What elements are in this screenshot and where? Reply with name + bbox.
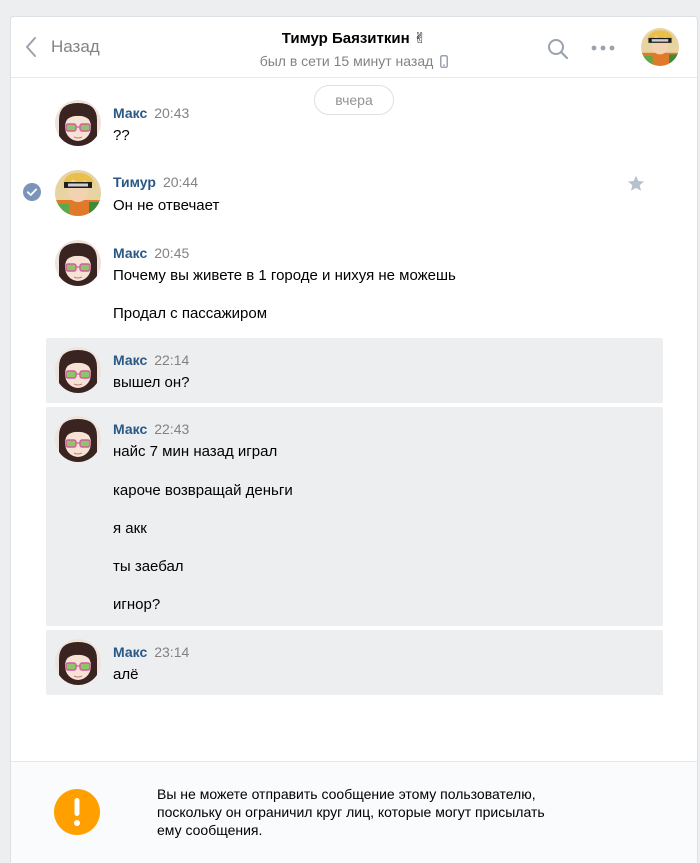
author-avatar[interactable] (55, 170, 101, 216)
message-author[interactable]: Макс (113, 105, 147, 121)
message-text: кароче возвращай деньги (113, 482, 293, 499)
peer-name[interactable]: Тимур Баязиткин (282, 30, 410, 47)
message-header: Макс 20:43 (113, 105, 189, 121)
message-author[interactable]: Макс (113, 245, 147, 261)
message-header: Тимур 20:44 (113, 174, 198, 190)
message-text: ты заебал (113, 558, 184, 575)
message-item[interactable]: Макс 20:45 Почему вы живете в 1 городе и … (46, 231, 663, 331)
message-item[interactable]: Макс 22:43 найс 7 мин назад играл кароче … (46, 407, 663, 626)
author-avatar[interactable] (55, 416, 101, 462)
message-author[interactable]: Макс (113, 644, 147, 660)
message-time[interactable]: 22:43 (154, 421, 189, 437)
message-text: игнор? (113, 596, 161, 613)
message-item[interactable]: Макс 20:43 ?? (46, 93, 663, 153)
peer-avatar[interactable] (641, 28, 679, 66)
write-restriction-notice: Вы не можете отправить сообщение этому п… (11, 761, 697, 863)
message-text: Продал с пассажиром (113, 305, 268, 322)
check-circle-icon[interactable] (22, 182, 42, 202)
peer-status: был в сети 15 минут назад (11, 53, 697, 69)
message-item[interactable]: Макс 22:14 вышел он? (46, 338, 663, 403)
message-header: Макс 23:14 (113, 644, 189, 660)
message-text: алё (113, 666, 139, 683)
author-avatar[interactable] (55, 240, 101, 286)
message-header: Макс 22:14 (113, 352, 189, 368)
message-author[interactable]: Тимур (113, 174, 156, 190)
mobile-phone-icon (440, 54, 449, 68)
chat-header: Назад Тимур Баязиткин ✌ был в сети 15 мин… (11, 17, 697, 78)
message-time[interactable]: 20:43 (154, 105, 189, 121)
message-header: Макс 20:45 (113, 245, 189, 261)
message-time[interactable]: 22:14 (154, 352, 189, 368)
message-text: ?? (113, 127, 130, 144)
notice-line: ему сообщения. (157, 822, 263, 838)
message-time[interactable]: 23:14 (154, 644, 189, 660)
message-author[interactable]: Макс (113, 421, 147, 437)
message-time[interactable]: 20:44 (163, 174, 198, 190)
peer-status-text: был в сети 15 минут назад (259, 53, 434, 69)
more-dots-icon[interactable] (591, 45, 615, 51)
search-icon[interactable] (547, 38, 569, 60)
message-item[interactable]: Макс 23:14 алё (46, 630, 663, 695)
message-header: Макс 22:43 (113, 421, 189, 437)
message-author[interactable]: Макс (113, 352, 147, 368)
message-text: вышел он? (113, 374, 190, 391)
message-text: Он не отвечает (113, 197, 220, 214)
message-item[interactable]: Тимур 20:44 Он не отвечает (46, 163, 663, 223)
author-avatar[interactable] (55, 347, 101, 393)
message-text: я акк (113, 520, 147, 537)
author-avatar[interactable] (55, 639, 101, 685)
chat-panel: Назад Тимур Баязиткин ✌ был в сети 15 мин… (10, 16, 698, 863)
message-text: Почему вы живете в 1 городе и нихуя не м… (113, 267, 456, 284)
notice-line: Вы не можете отправить сообщение этому п… (157, 786, 536, 802)
warning-icon (54, 789, 100, 835)
notice-text: Вы не можете отправить сообщение этому п… (157, 785, 637, 839)
message-text: найс 7 мин назад играл (113, 443, 278, 460)
author-avatar[interactable] (55, 100, 101, 146)
message-time[interactable]: 20:45 (154, 245, 189, 261)
peer-emoji: ✌ (413, 30, 427, 47)
notice-line: поскольку он ограничил круг лиц, которые… (157, 804, 545, 820)
star-icon[interactable] (627, 175, 645, 192)
